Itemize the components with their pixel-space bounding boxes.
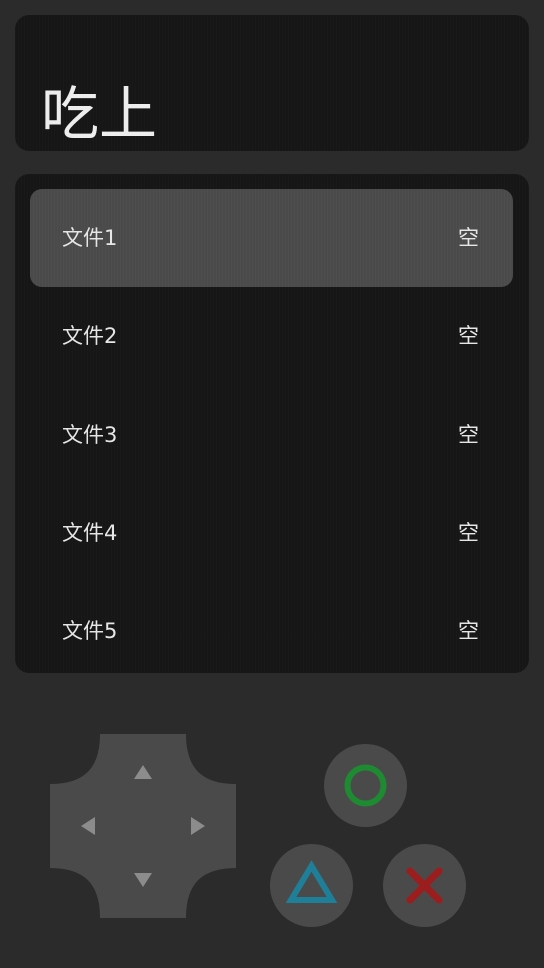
save-slot-status: 空 [458, 619, 479, 643]
save-slot-2[interactable]: 文件2 空 [30, 287, 513, 385]
dpad[interactable] [50, 734, 236, 918]
save-slot-name: 文件5 [62, 619, 118, 643]
triangle-button[interactable] [270, 844, 353, 927]
save-slot-list: 文件1 空 文件2 空 文件3 空 文件4 空 文件5 空 [15, 174, 529, 673]
circle-button[interactable] [324, 744, 407, 827]
save-slot-3[interactable]: 文件3 空 [30, 386, 513, 484]
save-slot-4[interactable]: 文件4 空 [30, 484, 513, 582]
dpad-right-arrow-icon[interactable] [190, 816, 206, 836]
triangle-icon [285, 860, 338, 903]
save-slot-status: 空 [458, 423, 479, 447]
save-slot-name: 文件2 [62, 324, 118, 348]
save-slot-status: 空 [458, 324, 479, 348]
cross-icon [406, 867, 443, 904]
cross-button[interactable] [383, 844, 466, 927]
page-title: 吃上 [41, 80, 158, 148]
save-slot-1[interactable]: 文件1 空 [30, 189, 513, 287]
title-panel: 吃上 [15, 15, 529, 151]
save-slot-name: 文件1 [62, 226, 118, 250]
dpad-base [50, 734, 236, 918]
dpad-up-arrow-icon[interactable] [133, 764, 153, 780]
save-slot-name: 文件4 [62, 521, 118, 545]
save-slot-name: 文件3 [62, 423, 118, 447]
save-slot-status: 空 [458, 521, 479, 545]
circle-icon [344, 764, 387, 807]
dpad-left-arrow-icon[interactable] [80, 816, 96, 836]
save-slot-status: 空 [458, 226, 479, 250]
dpad-down-arrow-icon[interactable] [133, 872, 153, 888]
save-slot-5[interactable]: 文件5 空 [30, 582, 513, 680]
